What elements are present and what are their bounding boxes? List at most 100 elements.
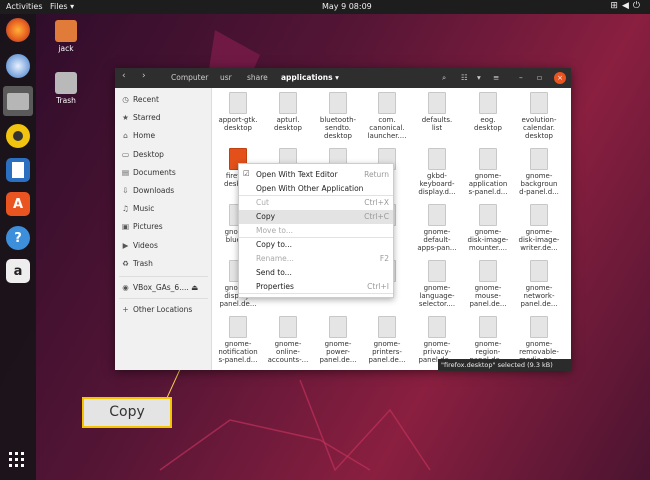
file-item[interactable]: gnome- mouse- panel.de... bbox=[463, 260, 513, 308]
file-label: gnome- printers- panel.de... bbox=[368, 340, 406, 364]
eject-icon[interactable]: ⏏ bbox=[189, 283, 198, 292]
sidebar-item-home[interactable]: ⌂ Home bbox=[121, 131, 155, 140]
menu-item-open-with-other-application[interactable]: Open With Other Application bbox=[239, 182, 393, 196]
files-icon[interactable] bbox=[3, 86, 33, 116]
path-applications[interactable]: applications ▾ bbox=[281, 73, 339, 82]
file-label: evolution- calendar. desktop bbox=[521, 116, 557, 140]
file-item[interactable]: bluetooth- sendto. desktop bbox=[313, 92, 363, 140]
file-item[interactable]: gnome- power- panel.de... bbox=[313, 316, 363, 364]
file-item[interactable]: gnome- online- accounts-... bbox=[263, 316, 313, 364]
sidebar-item-other-locations[interactable]: + Other Locations bbox=[121, 305, 192, 314]
menu-item-move-to[interactable]: Move to... bbox=[239, 224, 393, 238]
menu-icon[interactable]: ≡ bbox=[493, 73, 499, 82]
document-icon bbox=[428, 148, 446, 170]
sidebar-item-starred[interactable]: ★ Starred bbox=[121, 113, 160, 122]
file-item[interactable]: apport-gtk. desktop bbox=[213, 92, 263, 132]
sidebar-item-documents[interactable]: ▤ Documents bbox=[121, 168, 176, 177]
close-icon[interactable]: × bbox=[554, 72, 566, 84]
documents-icon: ▤ bbox=[121, 168, 130, 177]
sidebar-item-music[interactable]: ♫ Music bbox=[121, 204, 154, 213]
file-item[interactable]: gnome- privacy- panel.de... bbox=[412, 316, 462, 364]
minimize-icon[interactable]: – bbox=[519, 73, 523, 82]
document-icon bbox=[428, 204, 446, 226]
file-item[interactable]: gnome- disk-image- writer.de... bbox=[514, 204, 564, 252]
sidebar-item-downloads[interactable]: ⇩ Downloads bbox=[121, 186, 174, 195]
file-label: gnome- network- panel.de... bbox=[520, 284, 558, 308]
thunderbird-icon[interactable] bbox=[6, 54, 30, 78]
file-item[interactable]: defaults. list bbox=[412, 92, 462, 132]
amazon-icon[interactable]: a bbox=[6, 259, 30, 283]
file-item[interactable]: gnome- printers- panel.de... bbox=[362, 316, 412, 364]
path-share[interactable]: share bbox=[247, 73, 268, 82]
menu-item-label: Send to... bbox=[256, 268, 292, 277]
path-computer[interactable]: Computer bbox=[171, 73, 208, 82]
clock-icon: ◷ bbox=[122, 95, 129, 104]
sidebar-item-recent[interactable]: ◷ Recent bbox=[121, 95, 159, 104]
writer-icon[interactable] bbox=[6, 158, 30, 182]
search-icon[interactable]: ⌕ bbox=[442, 73, 446, 83]
forward-button[interactable]: › bbox=[142, 71, 146, 81]
menu-item-label: Cut bbox=[256, 198, 269, 207]
menu-item-rename[interactable]: Rename... F2 bbox=[239, 252, 393, 266]
show-applications-icon[interactable] bbox=[9, 452, 25, 468]
sidebar-item-label: Desktop bbox=[133, 150, 164, 159]
sidebar-item-desktop[interactable]: ▭ Desktop bbox=[121, 150, 164, 159]
pictures-icon: ▣ bbox=[121, 222, 130, 231]
view-options-icon[interactable]: ▾ bbox=[477, 73, 481, 82]
desktop-home-folder[interactable]: jack bbox=[46, 20, 86, 53]
sidebar-item-label: Music bbox=[133, 204, 155, 213]
document-icon bbox=[378, 316, 396, 338]
sidebar-item-trash[interactable]: ♻ Trash bbox=[121, 259, 153, 268]
maximize-icon[interactable]: ▫ bbox=[537, 73, 542, 82]
file-item[interactable]: gnome- notification s-panel.d... bbox=[213, 316, 263, 364]
menu-item-copy-to[interactable]: Copy to... bbox=[239, 238, 393, 252]
file-item[interactable]: evolution- calendar. desktop bbox=[514, 92, 564, 140]
folder-icon: ▭ bbox=[121, 150, 130, 159]
path-usr[interactable]: usr bbox=[220, 73, 232, 82]
sidebar-item-vbox-gas-6[interactable]: ◉ VBox_GAs_6.... ⏏ bbox=[121, 283, 198, 292]
file-item[interactable]: apturl. desktop bbox=[263, 92, 313, 132]
view-list-icon[interactable]: ☷ bbox=[461, 73, 468, 82]
file-item[interactable]: gnome- application s-panel.d... bbox=[463, 148, 513, 196]
file-label: gnome- disk-image- writer.de... bbox=[518, 228, 560, 252]
desktop-trash[interactable]: Trash bbox=[46, 72, 86, 105]
file-item[interactable]: gnome- network- panel.de... bbox=[514, 260, 564, 308]
document-icon bbox=[279, 92, 297, 114]
sidebar-item-pictures[interactable]: ▣ Pictures bbox=[121, 222, 163, 231]
sidebar-item-label: Other Locations bbox=[133, 305, 193, 314]
file-label: gnome- power- panel.de... bbox=[319, 340, 357, 364]
document-icon bbox=[378, 92, 396, 114]
file-item[interactable]: eog. desktop bbox=[463, 92, 513, 132]
file-item[interactable]: gnome- default- apps-pan... bbox=[412, 204, 462, 252]
menu-item-send-to[interactable]: Send to... bbox=[239, 266, 393, 280]
file-item[interactable]: gnome- region- panel.de... bbox=[463, 316, 513, 364]
sidebar-separator bbox=[119, 298, 208, 299]
menu-item-copy[interactable]: Copy Ctrl+C bbox=[239, 210, 393, 224]
menu-item-cut[interactable]: Cut Ctrl+X bbox=[239, 196, 393, 210]
folder-icon bbox=[55, 20, 77, 42]
help-icon[interactable]: ? bbox=[6, 226, 30, 250]
file-item[interactable]: gnome- disk-image- mounter.... bbox=[463, 204, 513, 252]
sidebar-item-label: Home bbox=[133, 131, 156, 140]
file-item[interactable]: gnome- removable- media-pa... bbox=[514, 316, 564, 364]
firefox-icon[interactable] bbox=[6, 18, 30, 42]
file-item[interactable]: com. canonical. launcher.... bbox=[362, 92, 412, 140]
file-label: gnome- online- accounts-... bbox=[267, 340, 309, 364]
menu-item-open-with-text-editor[interactable]: ☑ Open With Text Editor Return bbox=[239, 168, 393, 182]
sidebar-item-videos[interactable]: ▶ Videos bbox=[121, 241, 158, 250]
rhythmbox-icon[interactable] bbox=[6, 124, 30, 148]
file-label: gnome- language- selector.... bbox=[418, 284, 456, 308]
file-label: gnome- disk-image- mounter.... bbox=[467, 228, 509, 252]
document-icon bbox=[530, 92, 548, 114]
file-item[interactable]: gnome- backgroun d-panel.d... bbox=[514, 148, 564, 196]
back-button[interactable]: ‹ bbox=[122, 71, 126, 81]
status-bar: "firefox.desktop" selected (9.3 kB) bbox=[438, 359, 572, 371]
sidebar-item-label: Downloads bbox=[133, 186, 175, 195]
file-item[interactable]: gkbd- keyboard- display.d... bbox=[412, 148, 462, 196]
document-icon bbox=[530, 148, 548, 170]
ubuntu-software-icon[interactable]: A bbox=[6, 192, 30, 216]
menu-item-properties[interactable]: Properties Ctrl+I bbox=[239, 280, 393, 294]
document-icon bbox=[530, 204, 548, 226]
document-icon bbox=[229, 316, 247, 338]
file-item[interactable]: gnome- language- selector.... bbox=[412, 260, 462, 308]
